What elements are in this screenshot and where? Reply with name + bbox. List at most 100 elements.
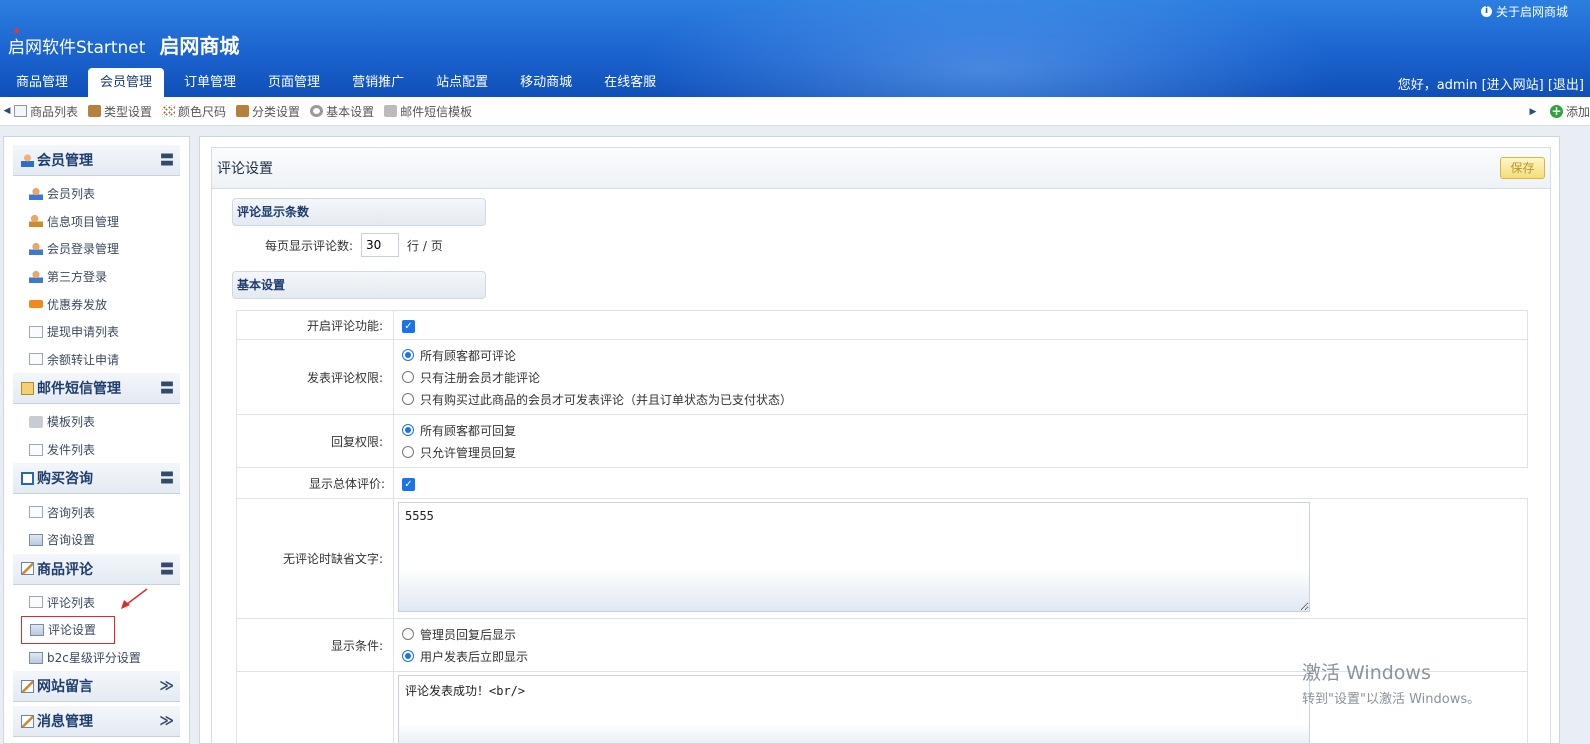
radio-button[interactable] <box>402 650 414 662</box>
coupon-icon <box>29 300 43 309</box>
header-glow <box>636 0 1336 97</box>
cube-icon <box>29 415 43 428</box>
user-bar[interactable]: 您好，admin [进入网站] [退出] <box>1398 74 1584 93</box>
dots-icon <box>162 105 176 117</box>
radio-button[interactable] <box>402 424 414 436</box>
sidebar-item-template-list[interactable]: 模板列表 <box>13 408 180 436</box>
sidebar-item-member-list[interactable]: 会员列表 <box>13 180 180 208</box>
windows-activation-watermark: 激活 Windows 转到"设置"以激活 Windows。 <box>1302 662 1481 707</box>
reply-option-admin[interactable]: 只允许管理员回复 <box>402 441 1527 463</box>
row-reply-permission: 回复权限: 所有顾客都可回复 只允许管理员回复 <box>236 414 1528 468</box>
tab-site-config[interactable]: 站点配置 <box>420 68 504 97</box>
sidebar-group-messages[interactable]: 消息管理 ≫ <box>13 706 180 738</box>
expand-icon[interactable]: ≫ <box>159 713 174 729</box>
users-icon <box>29 187 43 200</box>
shop-name: 启网商城 <box>159 34 240 58</box>
document-icon <box>29 443 43 456</box>
add-button[interactable]: + 添加 <box>1549 103 1590 120</box>
sidebar-item-login-manage[interactable]: 会员登录管理 <box>13 235 180 263</box>
edit-icon <box>21 562 34 576</box>
tab-members[interactable]: 会员管理 <box>88 68 165 97</box>
row-show-total: 显示总体评价: ✓ <box>236 467 1528 499</box>
page-title: 评论设置 <box>217 161 273 177</box>
sidebar: 会员管理 〓 会员列表 信息项目管理 会员登录管理 第三方登录 优惠券发放 提现… <box>3 136 190 744</box>
scroll-left-icon[interactable]: ◀ <box>0 106 14 116</box>
sidebar-item-review-list[interactable]: 评论列表 <box>13 589 180 617</box>
settings-window-icon <box>30 623 44 636</box>
toolbar-color-size[interactable]: 颜色尺码 <box>162 103 226 120</box>
toolbar: ◀ 商品列表 类型设置 颜色尺码 分类设置 基本设置 邮件短信模板 ▶ + 添加 <box>0 97 1590 126</box>
settings-window-icon <box>29 651 43 664</box>
logo: ★ 启网软件Startnet 启网商城 <box>8 26 240 59</box>
perm-option-buyers[interactable]: 只有购买过此商品的会员才可发表评论（并且订单状态为已支付状态） <box>402 388 1527 410</box>
sidebar-item-coupons[interactable]: 优惠券发放 <box>13 290 180 318</box>
show-total-checkbox[interactable]: ✓ <box>402 477 415 491</box>
sidebar-item-third-party-login[interactable]: 第三方登录 <box>13 263 180 291</box>
about-link[interactable]: i 关于启网商城 <box>1480 3 1568 20</box>
toolbar-basic-settings[interactable]: 基本设置 <box>310 103 374 120</box>
success-text-textarea[interactable]: 评论发表成功！<br/> <box>398 675 1310 743</box>
perpage-unit: 行 / 页 <box>407 238 443 253</box>
sidebar-item-sent-list[interactable]: 发件列表 <box>13 436 180 464</box>
toolbar-mail-templates[interactable]: 邮件短信模板 <box>384 103 472 120</box>
info-icon: i <box>1480 6 1492 17</box>
toolbar-category-settings[interactable]: 分类设置 <box>236 103 300 120</box>
sidebar-group-members[interactable]: 会员管理 〓 <box>13 145 180 176</box>
sidebar-group-mail[interactable]: 邮件短信管理 〓 <box>13 373 180 405</box>
user-icon <box>21 153 34 167</box>
radio-button[interactable] <box>402 393 414 405</box>
perpage-row: 每页显示评论数: 行 / 页 <box>265 233 443 257</box>
perm-option-members[interactable]: 只有注册会员才能评论 <box>402 366 1527 388</box>
app-header: ★ 启网软件Startnet 启网商城 i 关于启网商城 商品管理 会员管理 订… <box>0 0 1590 97</box>
sidebar-item-info-fields[interactable]: 信息项目管理 <box>13 208 180 236</box>
document-icon <box>14 105 27 117</box>
show-condition-label: 显示条件: <box>236 618 394 672</box>
perpage-input[interactable] <box>361 233 400 257</box>
radio-button[interactable] <box>402 446 414 458</box>
radio-button[interactable] <box>402 628 414 640</box>
document-icon <box>29 506 43 519</box>
edit-icon <box>21 679 34 693</box>
toolbar-product-list[interactable]: 商品列表 <box>14 103 78 120</box>
sidebar-group-inquiry[interactable]: 购买咨询 〓 <box>13 463 180 495</box>
sidebar-group-reviews[interactable]: 商品评论 〓 <box>13 553 180 585</box>
scroll-right-icon[interactable]: ▶ <box>1526 107 1540 117</box>
row-enable-review: 开启评论功能: ✓ <box>236 310 1528 340</box>
section-basic-settings: 基本设置 <box>232 271 486 299</box>
tab-products[interactable]: 商品管理 <box>0 68 84 97</box>
collapse-icon[interactable]: 〓 <box>160 559 174 579</box>
reply-option-all[interactable]: 所有顾客都可回复 <box>402 419 1527 441</box>
perm-option-all[interactable]: 所有顾客都可评论 <box>402 344 1527 366</box>
sidebar-item-inquiry-settings[interactable]: 咨询设置 <box>13 526 180 554</box>
sidebar-item-star-rating[interactable]: b2c星级评分设置 <box>13 644 180 672</box>
section-display-count: 评论显示条数 <box>232 198 486 226</box>
tab-marketing[interactable]: 营销推广 <box>336 68 420 97</box>
user-link-icon <box>29 270 43 283</box>
enable-review-label: 开启评论功能: <box>236 310 394 340</box>
sidebar-group-guestbook[interactable]: 网站留言 ≫ <box>13 671 180 703</box>
tab-mobile[interactable]: 移动商城 <box>504 68 588 97</box>
collapse-icon[interactable]: 〓 <box>160 378 174 398</box>
tab-support[interactable]: 在线客服 <box>588 68 672 97</box>
document-icon <box>29 325 43 338</box>
cond-option-after-reply[interactable]: 管理员回复后显示 <box>402 623 1527 645</box>
box-icon <box>236 105 250 117</box>
tab-orders[interactable]: 订单管理 <box>168 68 252 97</box>
radio-button[interactable] <box>402 371 414 383</box>
save-button[interactable]: 保存 <box>1500 157 1545 179</box>
collapse-icon[interactable]: 〓 <box>160 468 174 488</box>
expand-icon[interactable]: ≫ <box>159 678 174 694</box>
collapse-icon[interactable]: 〓 <box>160 150 174 170</box>
sidebar-item-withdraw-list[interactable]: 提现申请列表 <box>13 318 180 346</box>
sidebar-item-balance-transfer[interactable]: 余额转让申请 <box>13 346 180 374</box>
brand-name: 启网软件Startnet <box>8 38 146 58</box>
post-permission-label: 发表评论权限: <box>236 339 394 415</box>
default-text-textarea[interactable]: 5555 <box>398 502 1310 612</box>
settings-panel: 评论设置 保存 评论显示条数 每页显示评论数: 行 / 页 基本设置 开启评论功… <box>211 147 1551 743</box>
toolbar-type-settings[interactable]: 类型设置 <box>88 103 152 120</box>
sidebar-item-inquiry-list[interactable]: 咨询列表 <box>13 498 180 526</box>
enable-review-checkbox[interactable]: ✓ <box>402 319 415 333</box>
tab-pages[interactable]: 页面管理 <box>252 68 336 97</box>
sidebar-item-review-settings[interactable]: 评论设置 <box>21 616 115 644</box>
radio-button[interactable] <box>402 349 414 361</box>
